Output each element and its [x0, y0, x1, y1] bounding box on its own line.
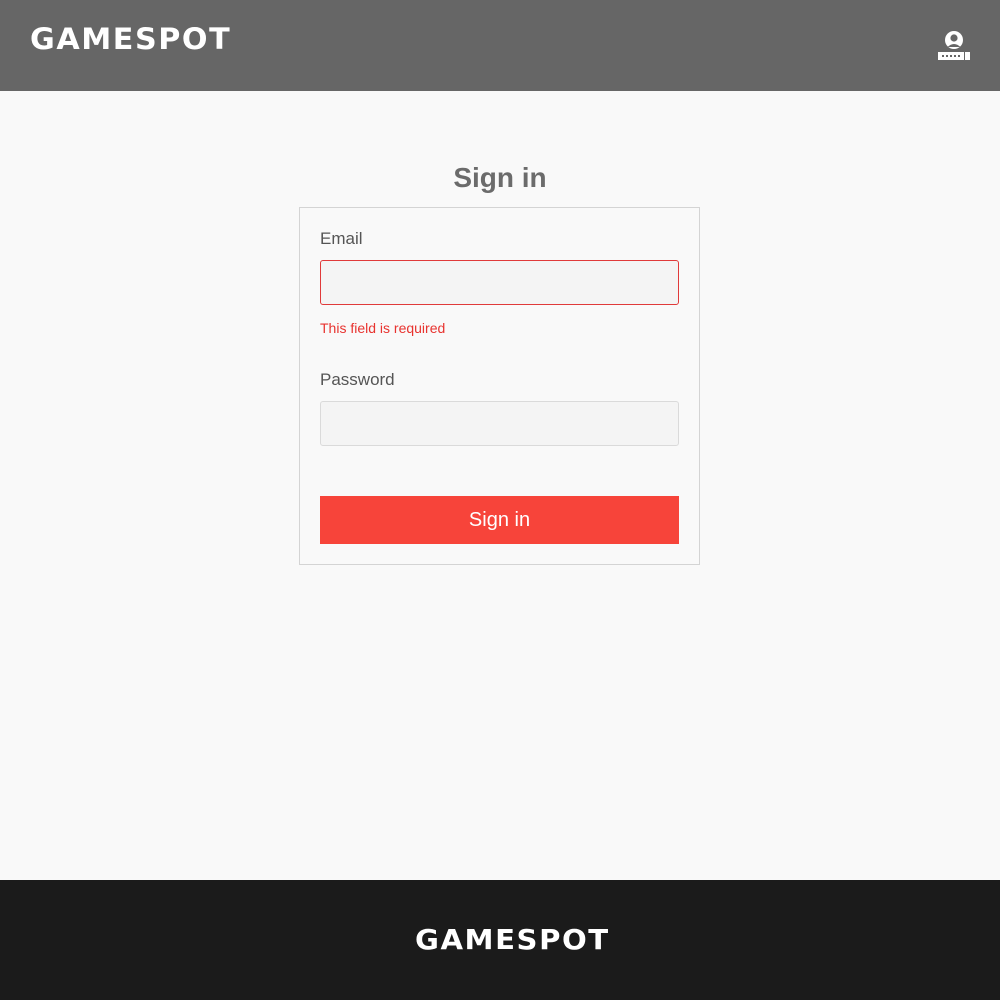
signin-form: Email This field is required Password Si… [299, 207, 700, 565]
gamespot-logo[interactable]: GAMESPOT [30, 25, 231, 54]
password-field[interactable] [320, 401, 679, 446]
page-footer: GAMESPOT [0, 880, 1000, 1000]
top-header: GAMESPOT [0, 0, 1000, 91]
email-label: Email [320, 229, 363, 248]
email-error-message: This field is required [320, 320, 446, 336]
password-label: Password [320, 370, 395, 389]
email-field[interactable] [320, 260, 679, 305]
page-title: Sign in [453, 162, 547, 193]
footer-gamespot-logo[interactable]: GAMESPOT [415, 926, 610, 954]
sign-in-button[interactable]: Sign in [320, 496, 679, 544]
account-user-icon[interactable] [936, 28, 972, 64]
